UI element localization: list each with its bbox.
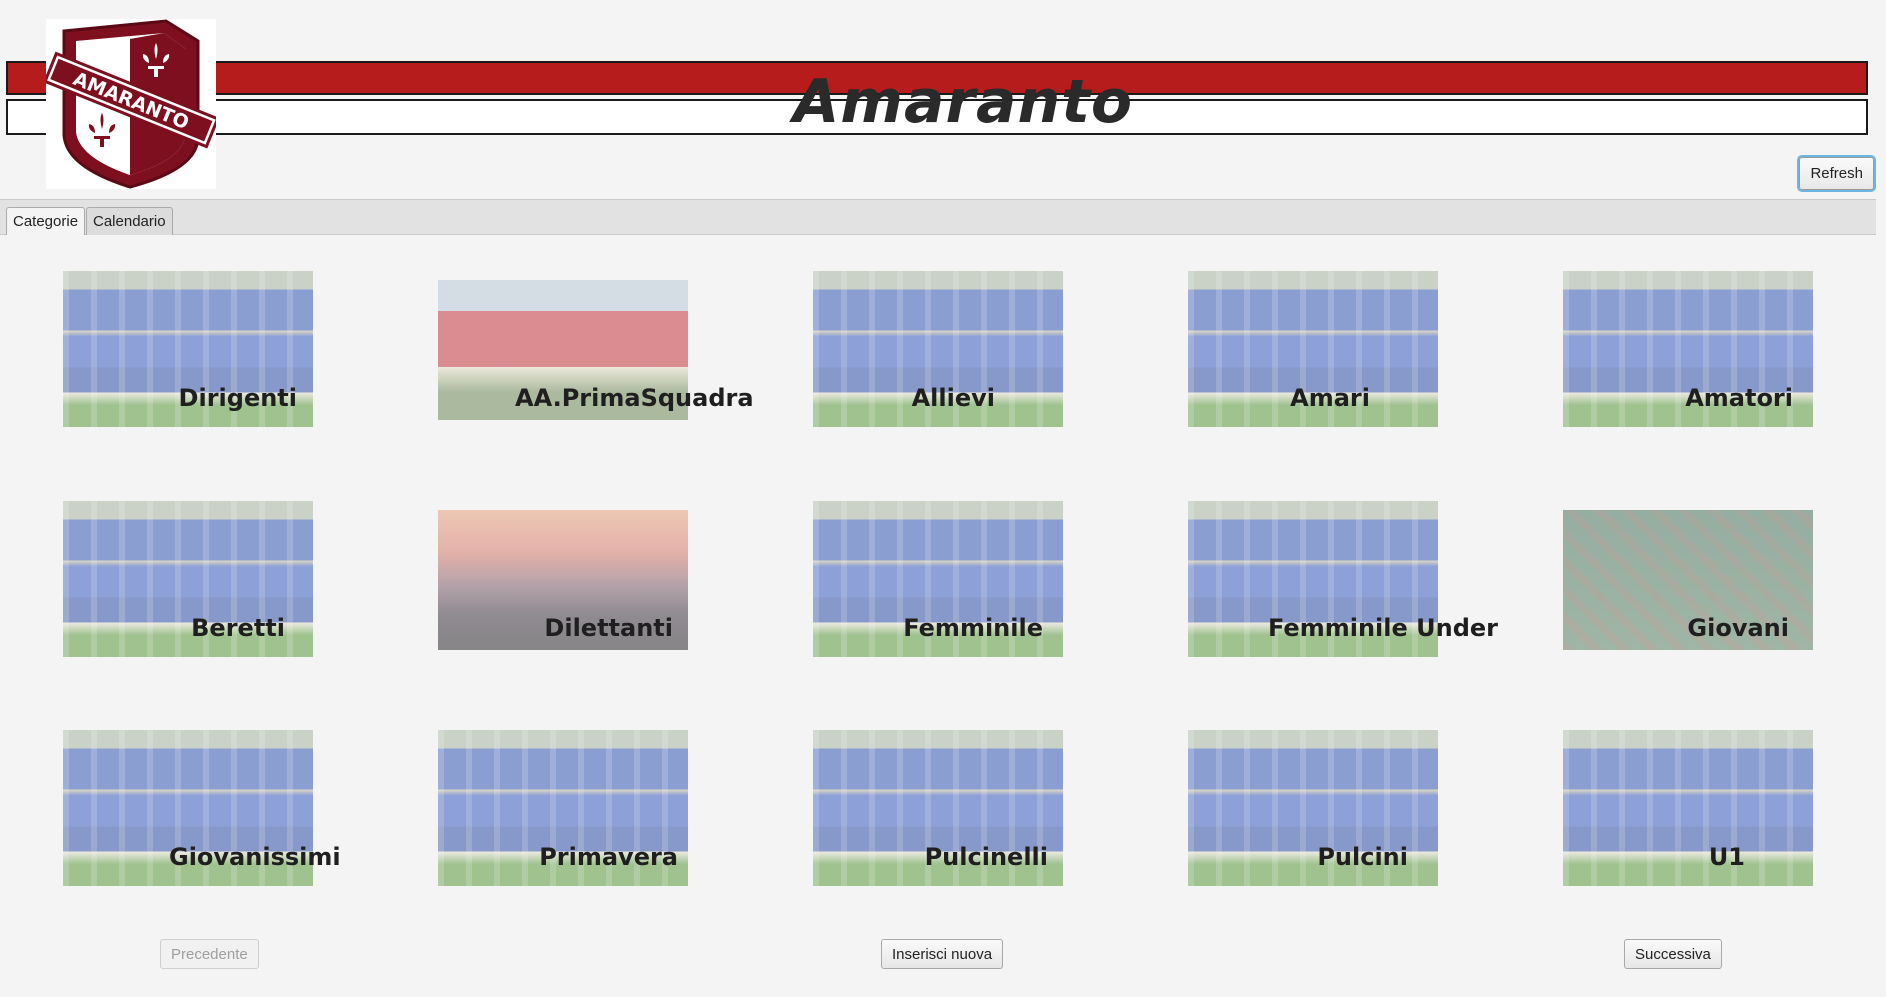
insert-new-button[interactable]: Inserisci nuova bbox=[881, 939, 1004, 969]
tab-categorie[interactable]: Categorie bbox=[6, 207, 86, 235]
category-label: U1 bbox=[1708, 843, 1745, 871]
club-shield-logo: AMARANTO bbox=[46, 19, 216, 189]
app-window: Amaranto AMARANTO Refresh Categorie Cale… bbox=[0, 0, 1886, 997]
category-label: Dilettanti bbox=[544, 614, 673, 642]
page-title: Amaranto bbox=[793, 67, 1134, 137]
category-label: Pulcinelli bbox=[924, 843, 1048, 871]
category-label: AA.PrimaSquadra bbox=[515, 384, 754, 412]
tab-calendario[interactable]: Calendario bbox=[86, 207, 173, 235]
refresh-button[interactable]: Refresh bbox=[1799, 157, 1874, 190]
category-label: Pulcini bbox=[1317, 843, 1408, 871]
category-label: Beretti bbox=[191, 614, 285, 642]
category-label: Dirigenti bbox=[178, 384, 297, 412]
category-label: Giovanissimi bbox=[169, 843, 341, 871]
category-label: Femminile bbox=[903, 614, 1043, 642]
next-page-button[interactable]: Successiva bbox=[1624, 939, 1722, 969]
category-label: Amatori bbox=[1685, 384, 1793, 412]
tab-bar: Categorie Calendario bbox=[0, 199, 1876, 235]
previous-page-button[interactable]: Precedente bbox=[160, 939, 259, 969]
category-label: Femminile Under bbox=[1268, 614, 1498, 642]
club-logo: AMARANTO bbox=[46, 19, 216, 189]
category-label: Amari bbox=[1290, 384, 1370, 412]
category-label: Giovani bbox=[1687, 614, 1789, 642]
category-label: Allievi bbox=[911, 384, 995, 412]
category-label: Primavera bbox=[539, 843, 678, 871]
